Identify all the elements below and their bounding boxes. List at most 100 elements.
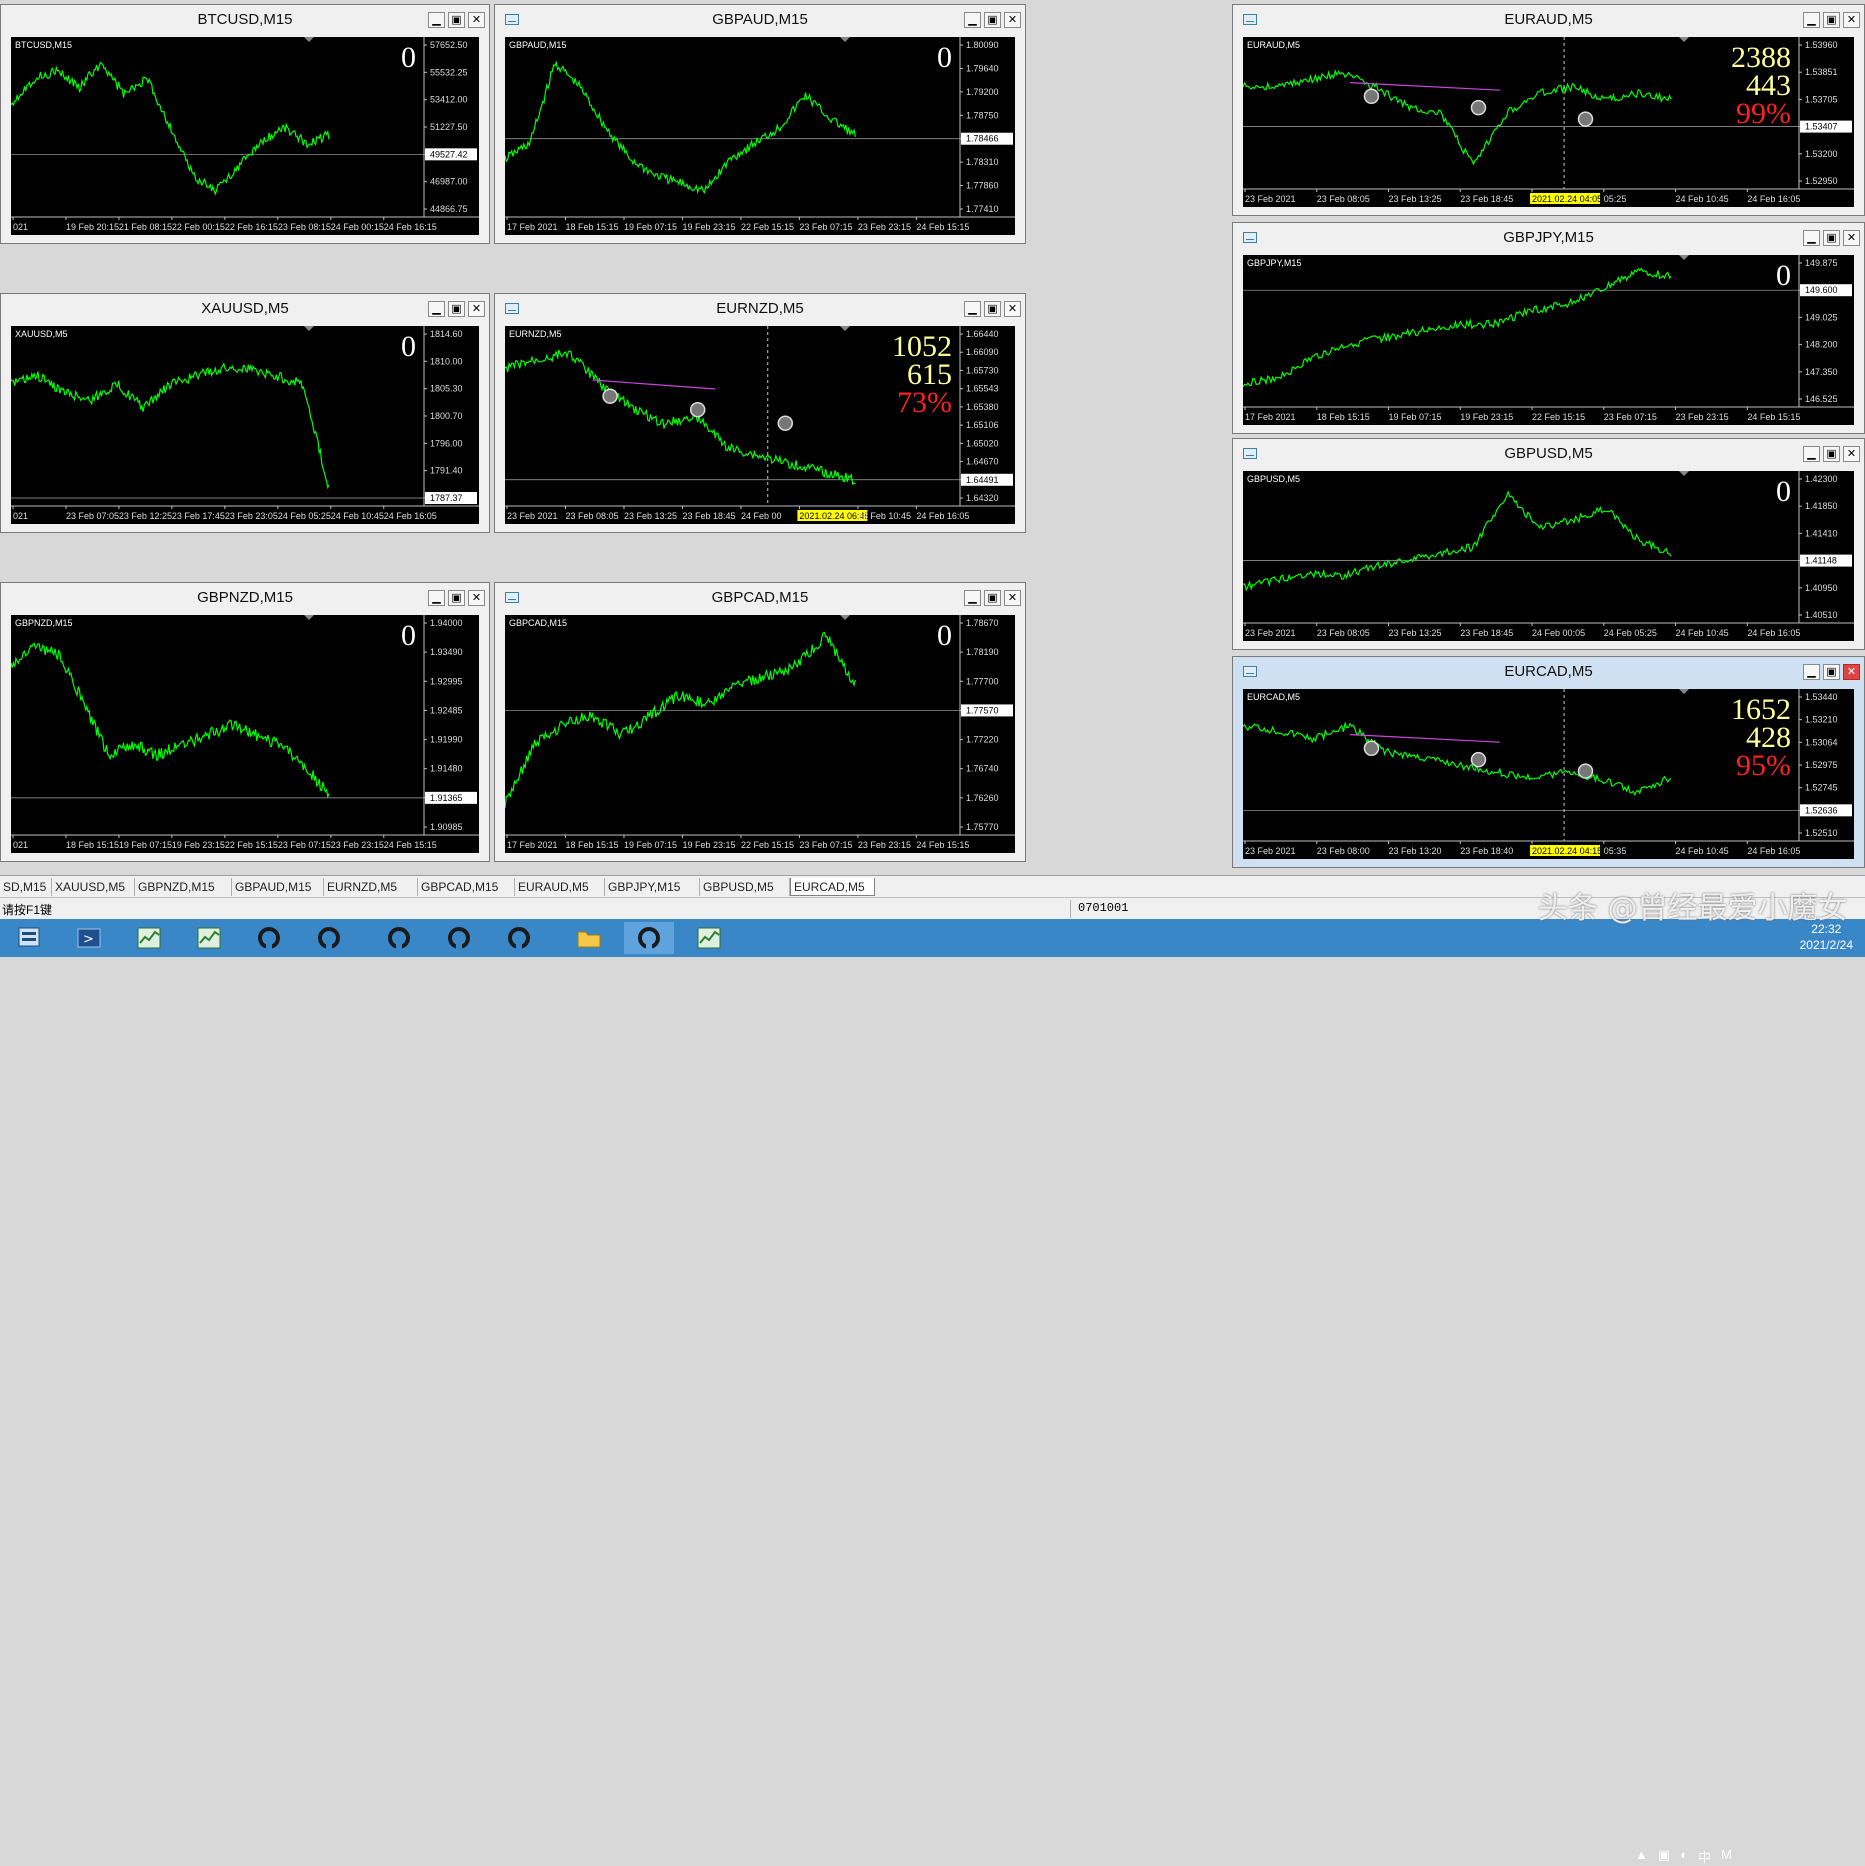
time-tick-label: 24 Feb 00:15	[331, 222, 384, 232]
ime-mode-icon[interactable]: M	[1721, 1847, 1732, 1866]
mt4-terminal-icon[interactable]	[184, 922, 234, 954]
chart-window-euraud[interactable]: EURAUD,M5 ▁ ▣ ✕ EURAUD,M5 1.53960 1.53851 1.537…	[1232, 4, 1865, 216]
chart-plot-xauusd[interactable]: XAUUSD,M5 1814.60 1810.00 1805.30 1800.70 179…	[11, 326, 479, 524]
close-button[interactable]: ✕	[1004, 301, 1021, 317]
close-button[interactable]: ✕	[1004, 590, 1021, 606]
minimize-button[interactable]: ▁	[964, 590, 981, 606]
mt4-terminal-icon[interactable]	[124, 922, 174, 954]
minimize-button[interactable]: ▁	[1803, 230, 1820, 246]
close-button[interactable]: ✕	[1843, 230, 1860, 246]
close-button[interactable]: ✕	[468, 590, 485, 606]
chart-plot-btcusd[interactable]: BTCUSD,M15 57652.50 55532.25 53412.00 51227.…	[11, 37, 479, 235]
maximize-button[interactable]: ▣	[1823, 446, 1840, 462]
close-button[interactable]: ✕	[1843, 446, 1860, 462]
minimize-button[interactable]: ▁	[1803, 664, 1820, 680]
window-title: EURNZD,M5	[716, 300, 804, 317]
maximize-button[interactable]: ▣	[448, 301, 465, 317]
close-button[interactable]: ✕	[1843, 664, 1860, 680]
close-button[interactable]: ✕	[1004, 12, 1021, 28]
chart-plot-gbpnzd[interactable]: GBPNZD,M15 1.94000 1.93490 1.92995 1.92485 1.…	[11, 615, 479, 853]
maximize-button[interactable]: ▣	[1823, 230, 1840, 246]
mt4-terminal-icon[interactable]	[684, 922, 734, 954]
window-titlebar[interactable]: EURAUD,M5 ▁ ▣ ✕	[1233, 5, 1864, 35]
window-titlebar[interactable]: EURNZD,M5 ▁ ▣ ✕	[495, 294, 1025, 324]
minimize-button[interactable]: ▁	[1803, 446, 1820, 462]
app-ring-icon[interactable]	[244, 922, 294, 954]
server-manager-icon[interactable]	[4, 922, 54, 954]
app-ring-icon[interactable]	[494, 922, 544, 954]
chart-tab[interactable]: GBPJPY,M15	[605, 878, 700, 896]
network-icon[interactable]: ▣	[1658, 1847, 1670, 1866]
minimize-button[interactable]: ▁	[964, 12, 981, 28]
chart-plot-gbpaud[interactable]: GBPAUD,M15 1.80090 1.79640 1.79200 1.78750 1.…	[505, 37, 1015, 235]
minimize-button[interactable]: ▁	[428, 12, 445, 28]
maximize-button[interactable]: ▣	[1823, 664, 1840, 680]
window-titlebar[interactable]: GBPNZD,M15 ▁ ▣ ✕	[1, 583, 489, 613]
powershell-icon[interactable]: >	[64, 922, 114, 954]
close-button[interactable]: ✕	[468, 301, 485, 317]
chart-tab[interactable]: EURAUD,M5	[515, 878, 605, 896]
chart-window-gbpusd[interactable]: GBPUSD,M5 ▁ ▣ ✕ GBPUSD,M5 1.42300 1.41850 1.414…	[1232, 438, 1865, 650]
chart-tab[interactable]: XAUUSD,M5	[52, 878, 135, 896]
file-explorer-icon[interactable]	[564, 922, 614, 954]
window-titlebar[interactable]: BTCUSD,M15 ▁ ▣ ✕	[1, 5, 489, 35]
maximize-button[interactable]: ▣	[984, 590, 1001, 606]
chart-plot-eurcad[interactable]: EURCAD,M5 1.53440 1.53210 1.53064 1.52975 1.5…	[1243, 689, 1854, 859]
app-ring-icon[interactable]	[624, 922, 674, 954]
chart-window-btcusd[interactable]: BTCUSD,M15 ▁ ▣ ✕ BTCUSD,M15 57652.50 55532.25 5…	[0, 4, 490, 244]
chart-plot-gbpcad[interactable]: GBPCAD,M15 1.78670 1.78190 1.77700 1.77570 1.…	[505, 615, 1015, 853]
time-tick-label: 23 Feb 13:25	[1389, 194, 1442, 204]
chart-plot-gbpusd[interactable]: GBPUSD,M5 1.42300 1.41850 1.41410 1.41148 1.4…	[1243, 471, 1854, 641]
minimize-button[interactable]: ▁	[1803, 12, 1820, 28]
chart-tab[interactable]: GBPUSD,M5	[700, 878, 790, 896]
chart-window-eurnzd[interactable]: EURNZD,M5 ▁ ▣ ✕ EURNZD,M5 1.66440 1.66090 1.657…	[494, 293, 1026, 533]
maximize-button[interactable]: ▣	[984, 12, 1001, 28]
app-ring-icon[interactable]	[434, 922, 484, 954]
tray-arrow-icon[interactable]: ▲	[1635, 1847, 1648, 1866]
time-tick-label: 23 Feb 2021	[1245, 628, 1296, 638]
chart-plot-euraud[interactable]: EURAUD,M5 1.53960 1.53851 1.53705 1.53407 1.5…	[1243, 37, 1854, 207]
window-titlebar[interactable]: XAUUSD,M5 ▁ ▣ ✕	[1, 294, 489, 324]
chart-tab[interactable]: EURCAD,M5	[790, 878, 875, 896]
chart-tab[interactable]: GBPNZD,M15	[135, 878, 232, 896]
chart-window-xauusd[interactable]: XAUUSD,M5 ▁ ▣ ✕ XAUUSD,M5 1814.60 1810.00 1805.…	[0, 293, 490, 533]
maximize-button[interactable]: ▣	[448, 590, 465, 606]
minimize-button[interactable]: ▁	[428, 590, 445, 606]
speaker-icon[interactable]: ◐	[1680, 1847, 1688, 1866]
chart-window-gbpaud[interactable]: GBPAUD,M15 ▁ ▣ ✕ GBPAUD,M15 1.80090 1.79640 1.7…	[494, 4, 1026, 244]
chart-tab[interactable]: GBPAUD,M15	[232, 878, 324, 896]
chart-tab[interactable]: EURNZD,M5	[324, 878, 418, 896]
ime-icon[interactable]: 中	[1698, 1847, 1711, 1866]
minimize-button[interactable]: ▁	[964, 301, 981, 317]
chart-window-gbpjpy[interactable]: GBPJPY,M15 ▁ ▣ ✕ GBPJPY,M15 149.875 149.600 149…	[1232, 222, 1865, 434]
chart-tab[interactable]: SD,M15	[0, 878, 52, 896]
chart-tab[interactable]: GBPCAD,M15	[418, 878, 515, 896]
minimize-button[interactable]: ▁	[428, 301, 445, 317]
window-title: GBPJPY,M15	[1503, 229, 1594, 246]
app-ring-icon[interactable]	[304, 922, 354, 954]
chart-plot-gbpjpy[interactable]: GBPJPY,M15 149.875 149.600 149.025 148.200 14…	[1243, 255, 1854, 425]
window-titlebar[interactable]: GBPAUD,M15 ▁ ▣ ✕	[495, 5, 1025, 35]
window-titlebar[interactable]: GBPUSD,M5 ▁ ▣ ✕	[1233, 439, 1864, 469]
time-tick-label: 23 Feb 08:00	[1317, 846, 1370, 856]
price-tick-label: 1805.30	[430, 384, 463, 394]
chart-window-gbpcad[interactable]: GBPCAD,M15 ▁ ▣ ✕ GBPCAD,M15 1.78670 1.78190 1.7…	[494, 582, 1026, 862]
chart-plot-eurnzd[interactable]: EURNZD,M5 1.66440 1.66090 1.65730 1.65543 1.6…	[505, 326, 1015, 524]
window-titlebar[interactable]: EURCAD,M5 ▁ ▣ ✕	[1233, 657, 1864, 687]
symbol-label: GBPJPY,M15	[1247, 258, 1301, 268]
time-tick-label: 23 Feb 08:05	[1317, 628, 1370, 638]
app-ring-icon[interactable]	[374, 922, 424, 954]
window-titlebar[interactable]: GBPJPY,M15 ▁ ▣ ✕	[1233, 223, 1864, 253]
maximize-button[interactable]: ▣	[448, 12, 465, 28]
chart-window-eurcad[interactable]: EURCAD,M5 ▁ ▣ ✕ EURCAD,M5 1.53440 1.53210 1.530…	[1232, 656, 1865, 868]
chart-window-gbpnzd[interactable]: GBPNZD,M15 ▁ ▣ ✕ GBPNZD,M15 1.94000 1.93490 1.9…	[0, 582, 490, 862]
window-titlebar[interactable]: GBPCAD,M15 ▁ ▣ ✕	[495, 583, 1025, 613]
price-tick-label: 1.79200	[966, 87, 999, 97]
close-button[interactable]: ✕	[1843, 12, 1860, 28]
maximize-button[interactable]: ▣	[984, 301, 1001, 317]
price-tick-label: 1.78670	[966, 618, 999, 628]
maximize-button[interactable]: ▣	[1823, 12, 1840, 28]
close-button[interactable]: ✕	[468, 12, 485, 28]
price-tick-label: 1810.00	[430, 356, 463, 366]
price-tick-label: 1.40950	[1805, 583, 1838, 593]
